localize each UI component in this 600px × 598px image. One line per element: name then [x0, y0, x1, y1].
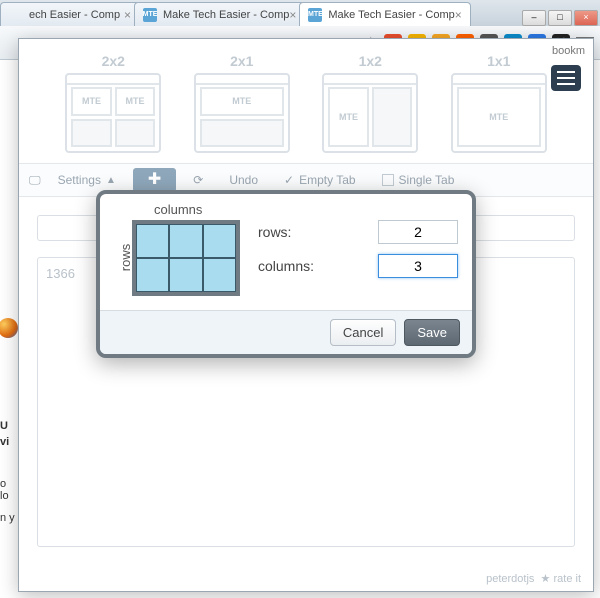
checkbox-icon [382, 174, 394, 186]
layout-cell: MTE [200, 87, 284, 116]
close-icon[interactable]: × [124, 8, 131, 22]
browser-tab[interactable]: ech Easier - Comp × [0, 2, 140, 26]
layout-1x2[interactable]: 1x2 MTE [322, 53, 418, 153]
grid-preview: columns rows [114, 202, 240, 296]
single-tab-toggle[interactable]: Single Tab [373, 168, 464, 192]
tab-favicon: MTE [308, 8, 322, 22]
columns-axis-label: columns [154, 202, 202, 217]
tab-title: Make Tech Easier - Comp [328, 9, 454, 21]
star-icon: ★ [541, 573, 551, 585]
grid-cells[interactable] [132, 220, 240, 296]
close-icon[interactable]: × [455, 8, 462, 22]
tab-title: ech Easier - Comp [29, 9, 120, 21]
width-value: 1366 [46, 266, 75, 281]
rows-label: rows: [258, 224, 291, 240]
bg-text: U [0, 420, 8, 432]
bg-text: n y [0, 512, 15, 524]
background-page: U vi o lo n y [0, 60, 16, 598]
add-layout-button[interactable]: ✚ [133, 168, 176, 192]
layout-cell [372, 87, 413, 147]
empty-tab-toggle[interactable]: ✓Empty Tab [275, 168, 365, 192]
settings-button[interactable]: Settings▲ [49, 168, 125, 192]
columns-input[interactable] [378, 254, 458, 278]
bg-text: o lo [0, 478, 16, 502]
tab-favicon: MTE [143, 8, 157, 22]
refresh-icon: ⟳ [193, 173, 203, 187]
columns-label: columns: [258, 258, 314, 274]
save-button[interactable]: Save [404, 319, 460, 346]
window-controls: – □ × [522, 10, 600, 26]
layout-label: 1x1 [451, 53, 547, 69]
layout-cell: MTE [115, 87, 156, 116]
layout-label: 1x2 [322, 53, 418, 69]
layout-2x2[interactable]: 2x2 MTE MTE [65, 53, 161, 153]
layout-presets: 2x2 MTE MTE 2x1 MTE 1x2 MTE 1x1 [19, 39, 593, 163]
minimize-button[interactable]: – [522, 10, 546, 26]
layout-label: 2x1 [194, 53, 290, 69]
maximize-button[interactable]: □ [548, 10, 572, 26]
refresh-button[interactable]: ⟳ [184, 168, 212, 192]
panel-menu-icon[interactable] [551, 65, 581, 91]
browser-tab-strip: ech Easier - Comp × MTE Make Tech Easier… [0, 0, 600, 26]
layout-1x1[interactable]: 1x1 MTE [451, 53, 547, 153]
undo-button[interactable]: Undo [220, 168, 267, 192]
layout-cell: MTE [328, 87, 369, 147]
rows-axis-label: rows [118, 244, 133, 271]
layout-2x1[interactable]: 2x1 MTE [194, 53, 290, 153]
close-window-button[interactable]: × [574, 10, 598, 26]
rate-link[interactable]: rate it [553, 573, 581, 585]
rows-input[interactable] [378, 220, 458, 244]
tab-title: Make Tech Easier - Comp [163, 9, 289, 21]
layout-cell [115, 119, 156, 148]
check-icon: ✓ [284, 173, 294, 187]
chevron-up-icon: ▲ [106, 175, 116, 186]
bg-text: vi [0, 436, 9, 448]
layout-label: 2x2 [65, 53, 161, 69]
layout-cell [71, 119, 112, 148]
layout-cell: MTE [71, 87, 112, 116]
author-link[interactable]: peterdotjs [486, 573, 534, 585]
bookmark-label: bookm [552, 45, 585, 57]
close-icon[interactable]: × [289, 8, 296, 22]
tab-favicon [9, 8, 23, 22]
custom-layout-dialog: columns rows rows: columns: Cancel Save [96, 190, 476, 358]
cancel-button[interactable]: Cancel [330, 319, 396, 346]
browser-tab-active[interactable]: MTE Make Tech Easier - Comp × [299, 2, 470, 26]
layout-cell [200, 119, 284, 148]
firefox-icon [0, 318, 18, 338]
panel-footer: peterdotjs ★ rate it [486, 572, 581, 585]
layout-cell: MTE [457, 87, 541, 147]
monitor-icon: 🖵 [29, 173, 41, 188]
browser-tab[interactable]: MTE Make Tech Easier - Comp × [134, 2, 305, 26]
